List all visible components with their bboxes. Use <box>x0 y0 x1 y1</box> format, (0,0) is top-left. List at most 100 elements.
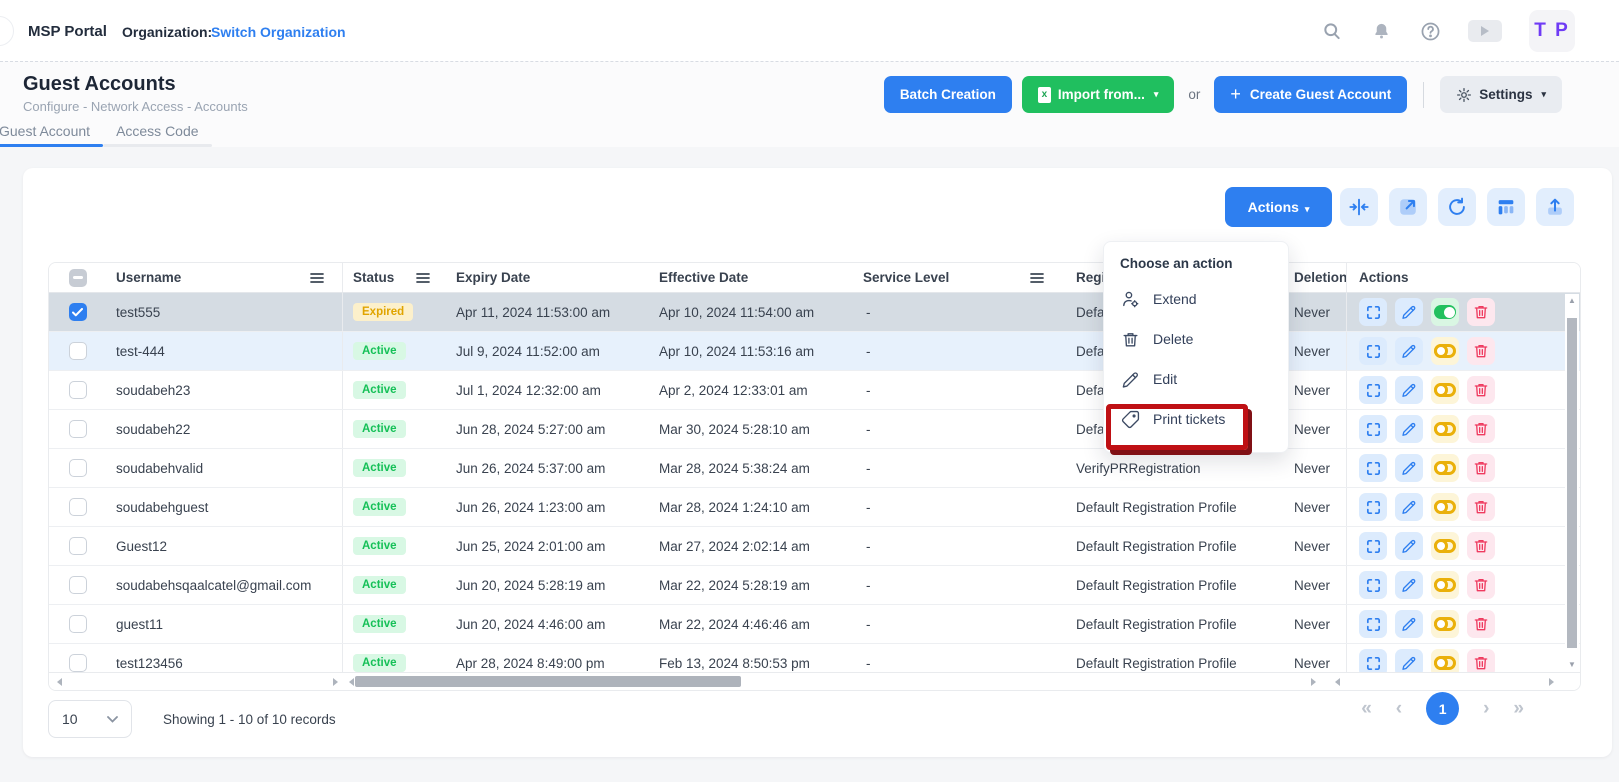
row-checkbox[interactable] <box>69 420 87 438</box>
tab-guest-account[interactable]: Guest Account <box>0 123 103 147</box>
user-avatar[interactable]: T P <box>1529 10 1575 52</box>
enable-toggle-icon[interactable] <box>1431 298 1459 326</box>
edit-pencil-icon[interactable] <box>1395 454 1423 482</box>
row-checkbox[interactable] <box>69 615 87 633</box>
table-row[interactable]: Guest12 Active Jun 25, 2024 2:01:00 am M… <box>49 527 1580 566</box>
enable-toggle-icon[interactable] <box>1431 454 1459 482</box>
edit-pencil-icon[interactable] <box>1395 571 1423 599</box>
last-page-button[interactable]: » <box>1513 699 1524 718</box>
batch-creation-button[interactable]: Batch Creation <box>884 76 1012 113</box>
scroll-down-icon[interactable]: ▼ <box>1568 660 1576 669</box>
search-icon[interactable] <box>1321 20 1343 42</box>
scroll-left-icon[interactable] <box>57 678 62 686</box>
fullscreen-icon[interactable] <box>1359 415 1387 443</box>
fit-columns-icon[interactable] <box>1340 188 1378 226</box>
fullscreen-icon[interactable] <box>1359 610 1387 638</box>
page-size-select[interactable]: 10 <box>48 700 132 738</box>
enable-toggle-icon[interactable] <box>1431 337 1459 365</box>
menu-item-delete[interactable]: Delete <box>1104 319 1288 359</box>
edit-pencil-icon[interactable] <box>1395 337 1423 365</box>
current-page-button[interactable]: 1 <box>1426 692 1459 725</box>
organization-link[interactable]: Switch Organization <box>211 24 346 40</box>
table-row[interactable]: soudabeh22 Active Jun 28, 2024 5:27:00 a… <box>49 410 1580 449</box>
scroll-right-icon[interactable] <box>1549 678 1554 686</box>
vertical-scrollbar[interactable]: ▲ ▼ <box>1565 294 1579 671</box>
delete-trash-icon[interactable] <box>1467 337 1495 365</box>
edit-pencil-icon[interactable] <box>1395 415 1423 443</box>
enable-toggle-icon[interactable] <box>1431 415 1459 443</box>
table-row[interactable]: soudabehguest Active Jun 26, 2024 1:23:0… <box>49 488 1580 527</box>
delete-trash-icon[interactable] <box>1467 376 1495 404</box>
first-page-button[interactable]: « <box>1361 699 1372 718</box>
edit-pencil-icon[interactable] <box>1395 532 1423 560</box>
row-checkbox[interactable] <box>69 342 87 360</box>
column-menu-icon[interactable] <box>310 272 324 284</box>
fullscreen-icon[interactable] <box>1359 454 1387 482</box>
fullscreen-icon[interactable] <box>1359 376 1387 404</box>
table-row[interactable]: soudabeh23 Active Jul 1, 2024 12:32:00 a… <box>49 371 1580 410</box>
tab-access-code[interactable]: Access Code <box>103 123 211 147</box>
delete-trash-icon[interactable] <box>1467 571 1495 599</box>
table-row[interactable]: soudabehvalid Active Jun 26, 2024 5:37:0… <box>49 449 1580 488</box>
horizontal-scrollbar-thumb[interactable] <box>355 676 741 687</box>
enable-toggle-icon[interactable] <box>1431 376 1459 404</box>
fullscreen-icon[interactable] <box>1359 571 1387 599</box>
column-menu-icon[interactable] <box>1030 272 1044 284</box>
menu-item-print-tickets[interactable]: Print tickets <box>1104 399 1288 439</box>
table-row[interactable]: test555 Expired Apr 11, 2024 11:53:00 am… <box>49 293 1580 332</box>
notifications-bell-icon[interactable] <box>1370 20 1392 42</box>
actions-dropdown-button[interactable]: Actions ▾ <box>1225 187 1332 227</box>
table-row[interactable]: test-444 Active Jul 9, 2024 11:52:00 am … <box>49 332 1580 371</box>
scroll-left-icon[interactable] <box>349 678 354 686</box>
columns-icon[interactable] <box>1487 188 1525 226</box>
row-checkbox[interactable] <box>69 498 87 516</box>
enable-toggle-icon[interactable] <box>1431 571 1459 599</box>
table-row[interactable]: soudabehsqaalcatel@gmail.com Active Jun … <box>49 566 1580 605</box>
export-icon[interactable] <box>1536 188 1574 226</box>
delete-trash-icon[interactable] <box>1467 298 1495 326</box>
delete-trash-icon[interactable] <box>1467 415 1495 443</box>
help-icon[interactable] <box>1419 20 1441 42</box>
scroll-right-icon[interactable] <box>333 678 338 686</box>
row-checkbox[interactable] <box>69 303 87 321</box>
horizontal-scrollbars[interactable] <box>49 672 1580 690</box>
scroll-left-icon[interactable] <box>1335 678 1340 686</box>
edit-pencil-icon[interactable] <box>1395 298 1423 326</box>
edit-pencil-icon[interactable] <box>1395 493 1423 521</box>
vertical-scrollbar-thumb[interactable] <box>1567 318 1577 648</box>
sidebar-collapse-handle[interactable] <box>0 16 14 46</box>
scroll-up-icon[interactable]: ▲ <box>1568 296 1576 305</box>
fullscreen-icon[interactable] <box>1359 337 1387 365</box>
edit-pencil-icon[interactable] <box>1395 376 1423 404</box>
row-checkbox[interactable] <box>69 381 87 399</box>
delete-trash-icon[interactable] <box>1467 532 1495 560</box>
table-row[interactable]: guest11 Active Jun 20, 2024 4:46:00 am M… <box>49 605 1580 644</box>
column-menu-icon[interactable] <box>416 272 430 284</box>
create-guest-account-button[interactable]: + Create Guest Account <box>1214 76 1407 113</box>
video-tutorial-icon[interactable] <box>1468 20 1502 42</box>
settings-button[interactable]: Settings▾ <box>1440 76 1562 113</box>
enable-toggle-icon[interactable] <box>1431 532 1459 560</box>
import-from-button[interactable]: x Import from...▾ <box>1022 76 1175 113</box>
prev-page-button[interactable]: ‹ <box>1396 699 1402 718</box>
delete-trash-icon[interactable] <box>1467 493 1495 521</box>
scroll-right-icon[interactable] <box>1311 678 1316 686</box>
edit-pencil-icon[interactable] <box>1395 610 1423 638</box>
expand-icon[interactable] <box>1389 188 1427 226</box>
row-checkbox[interactable] <box>69 459 87 477</box>
delete-trash-icon[interactable] <box>1467 454 1495 482</box>
fullscreen-icon[interactable] <box>1359 532 1387 560</box>
fullscreen-icon[interactable] <box>1359 493 1387 521</box>
next-page-button[interactable]: › <box>1483 699 1489 718</box>
menu-item-extend[interactable]: Extend <box>1104 279 1288 319</box>
fullscreen-icon[interactable] <box>1359 298 1387 326</box>
enable-toggle-icon[interactable] <box>1431 610 1459 638</box>
enable-toggle-icon[interactable] <box>1431 493 1459 521</box>
row-checkbox[interactable] <box>69 576 87 594</box>
refresh-icon[interactable] <box>1438 188 1476 226</box>
select-all-checkbox[interactable] <box>69 269 87 287</box>
delete-trash-icon[interactable] <box>1467 610 1495 638</box>
menu-item-edit[interactable]: Edit <box>1104 359 1288 399</box>
row-checkbox[interactable] <box>69 654 87 672</box>
row-checkbox[interactable] <box>69 537 87 555</box>
